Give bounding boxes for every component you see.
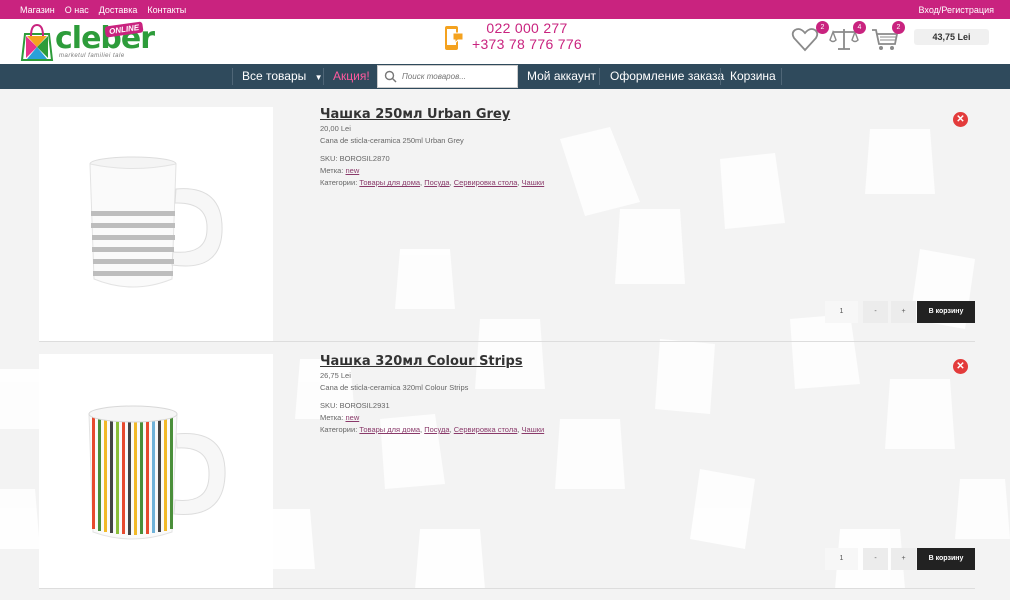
top-link-contacts[interactable]: Контакты	[147, 5, 186, 15]
category-link[interactable]: Посуда	[424, 178, 449, 187]
colour-striped-mug-image	[88, 405, 226, 540]
login-register-link[interactable]: Вход/Регистрация	[919, 5, 994, 15]
product-price: 26,75 Lei	[320, 371, 351, 380]
nav-all-products[interactable]: Все товары ▼	[242, 64, 323, 89]
wishlist-count-badge: 2	[816, 21, 829, 34]
top-link-delivery[interactable]: Доставка	[99, 5, 138, 15]
product-tags: Метка: new	[320, 413, 359, 422]
product-sku: SKU: BOROSIL2870	[320, 154, 390, 163]
tag-label: Метка:	[320, 413, 344, 422]
category-link[interactable]: Сервировка стола	[454, 425, 518, 434]
close-icon: ✕	[956, 114, 965, 125]
tag-link[interactable]: new	[345, 413, 359, 422]
product-categories: Категории: Товары для дома, Посуда, Серв…	[320, 425, 545, 434]
product-row: Чашка 250мл Urban Grey 20,00 Lei Cana de…	[39, 107, 975, 342]
phone-numbers: 022 000 277 +373 78 776 776	[472, 20, 582, 52]
cart-count-badge: 2	[892, 21, 905, 34]
top-link-shop[interactable]: Магазин	[20, 5, 55, 15]
category-link[interactable]: Чашки	[522, 178, 545, 187]
nav-all-products-label: Все товары	[242, 69, 307, 83]
main-nav: Все товары ▼ Акция! Мой аккаунт Оформлен…	[0, 64, 1010, 89]
remove-item-button[interactable]: ✕	[953, 112, 968, 127]
top-bar: Магазин О нас Доставка Контакты Вход/Рег…	[0, 0, 1010, 19]
product-description: Cana de sticla-ceramica 320ml Colour Str…	[320, 383, 469, 392]
nav-divider	[323, 68, 324, 85]
category-link[interactable]: Посуда	[424, 425, 449, 434]
compare-count-badge: 4	[853, 21, 866, 34]
search-input[interactable]	[402, 69, 512, 84]
nav-my-account[interactable]: Мой аккаунт	[527, 64, 596, 89]
close-icon: ✕	[956, 361, 965, 372]
quantity-increase-button[interactable]: +	[891, 301, 916, 323]
search-box[interactable]	[377, 65, 518, 88]
phone-icon	[444, 25, 464, 51]
product-price: 20,00 Lei	[320, 124, 351, 133]
top-links: Магазин О нас Доставка Контакты	[20, 5, 186, 15]
nav-divider	[232, 68, 233, 85]
quantity-increase-button[interactable]: +	[891, 548, 916, 570]
grey-striped-mug-image	[89, 156, 223, 288]
categories-label: Категории:	[320, 425, 358, 434]
tag-link[interactable]: new	[345, 166, 359, 175]
header: cleber ONLINE marketul familiei tale 022…	[0, 19, 1010, 64]
phone-number-1[interactable]: 022 000 277	[472, 20, 582, 36]
categories-label: Категории:	[320, 178, 358, 187]
product-description: Cana de sticla-ceramica 250ml Urban Grey	[320, 136, 464, 145]
quantity-input[interactable]: 1	[825, 301, 858, 323]
top-link-about[interactable]: О нас	[65, 5, 89, 15]
phone-number-2[interactable]: +373 78 776 776	[472, 36, 582, 52]
shopping-bag-logo-icon	[20, 23, 54, 61]
search-icon	[384, 70, 397, 83]
product-row: Чашка 320мл Colour Strips 26,75 Lei Cana…	[39, 354, 975, 589]
product-title[interactable]: Чашка 250мл Urban Grey	[320, 107, 510, 122]
site-logo[interactable]: cleber ONLINE marketul familiei tale	[19, 21, 155, 62]
nav-checkout[interactable]: Оформление заказа	[610, 64, 724, 89]
tag-label: Метка:	[320, 166, 344, 175]
nav-divider	[720, 68, 721, 85]
remove-item-button[interactable]: ✕	[953, 359, 968, 374]
cart-total[interactable]: 43,75 Lei	[914, 29, 989, 45]
add-to-cart-button[interactable]: В корзину	[917, 301, 975, 323]
product-title[interactable]: Чашка 320мл Colour Strips	[320, 354, 523, 369]
quantity-input[interactable]: 1	[825, 548, 858, 570]
product-image[interactable]	[39, 107, 273, 341]
category-link[interactable]: Товары для дома	[359, 178, 420, 187]
caret-down-icon: ▼	[314, 73, 323, 82]
product-sku: SKU: BOROSIL2931	[320, 401, 390, 410]
category-link[interactable]: Товары для дома	[359, 425, 420, 434]
product-categories: Категории: Товары для дома, Посуда, Серв…	[320, 178, 545, 187]
quantity-decrease-button[interactable]: -	[863, 548, 888, 570]
quantity-decrease-button[interactable]: -	[863, 301, 888, 323]
logo-tagline: marketul familiei tale	[59, 53, 125, 59]
product-tags: Метка: new	[320, 166, 359, 175]
row-divider	[39, 588, 975, 589]
product-image[interactable]	[39, 354, 273, 588]
nav-divider	[599, 68, 600, 85]
category-link[interactable]: Чашки	[522, 425, 545, 434]
nav-promo[interactable]: Акция!	[333, 64, 370, 89]
nav-cart[interactable]: Корзина	[730, 64, 776, 89]
category-link[interactable]: Сервировка стола	[454, 178, 518, 187]
nav-divider	[781, 68, 782, 85]
row-divider	[39, 341, 975, 342]
add-to-cart-button[interactable]: В корзину	[917, 548, 975, 570]
